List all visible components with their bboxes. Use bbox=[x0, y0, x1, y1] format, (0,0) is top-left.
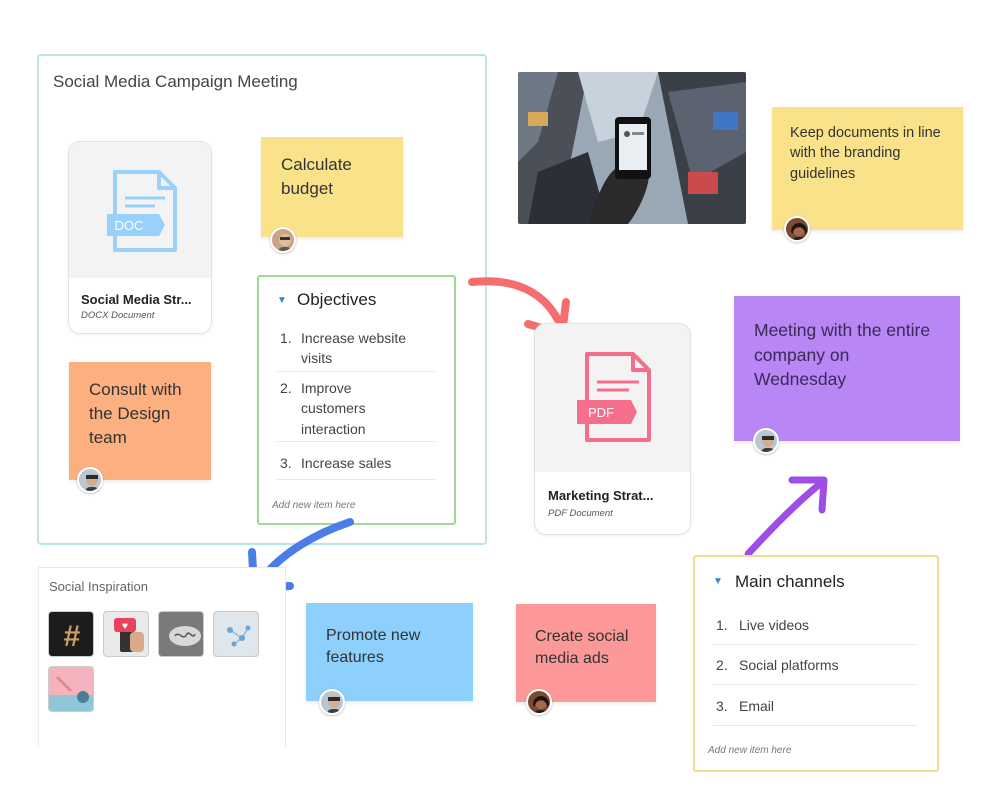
objectives-list[interactable]: ▼ Objectives 1. Increase website visits … bbox=[257, 275, 456, 525]
sticky-keep-documents[interactable]: Keep documents in line with the branding… bbox=[772, 107, 963, 230]
divider bbox=[713, 725, 917, 726]
channels-title: Main channels bbox=[735, 572, 845, 591]
pdf-preview: PDF bbox=[535, 324, 690, 472]
list-item[interactable]: Social platforms bbox=[739, 655, 839, 675]
pdf-file-card[interactable]: PDF Marketing Strat... PDF Document bbox=[534, 323, 691, 535]
main-channels-list[interactable]: ▼ Main channels 1. Live videos 2. Social… bbox=[693, 555, 939, 772]
list-item-number: 3. bbox=[280, 455, 292, 471]
divider bbox=[277, 441, 435, 442]
list-item-number: 3. bbox=[716, 698, 728, 714]
sticky-consult-design[interactable]: Consult with the Design team bbox=[69, 362, 211, 480]
social-inspiration-panel[interactable] bbox=[38, 567, 286, 747]
social-inspiration-title: Social Inspiration bbox=[49, 579, 148, 594]
list-item[interactable]: Increase sales bbox=[301, 453, 431, 473]
list-item-number: 2. bbox=[280, 380, 292, 396]
svg-text:♥: ♥ bbox=[122, 621, 128, 632]
add-item-input[interactable]: Add new item here bbox=[272, 500, 355, 511]
notification-phone-thumbnail[interactable]: ♥ bbox=[103, 611, 149, 657]
user-avatar bbox=[270, 227, 296, 253]
pdf-file-name: Marketing Strat... bbox=[548, 488, 654, 503]
pdf-file-type: PDF Document bbox=[548, 508, 613, 519]
doc-file-icon: DOC bbox=[107, 170, 177, 252]
sticky-promote-features[interactable]: Promote new features bbox=[306, 603, 473, 701]
hashtag-thumbnail[interactable]: # bbox=[48, 611, 94, 657]
handwriting-thumbnail[interactable] bbox=[158, 611, 204, 657]
divider bbox=[277, 479, 435, 480]
arrow-purple bbox=[744, 476, 828, 558]
svg-text:#: # bbox=[64, 620, 81, 653]
sticky-create-ads[interactable]: Create social media ads bbox=[516, 604, 656, 702]
list-item[interactable]: Live videos bbox=[739, 615, 809, 635]
doc-preview: DOC bbox=[69, 142, 211, 278]
selfie-thumbnail[interactable] bbox=[48, 666, 94, 712]
sticky-promote-text: Promote new features bbox=[326, 627, 421, 667]
board-title: Social Media Campaign Meeting bbox=[53, 72, 298, 91]
list-item-number: 2. bbox=[716, 657, 728, 673]
doc-badge: DOC bbox=[115, 218, 144, 233]
divider bbox=[277, 371, 435, 372]
city-phone-photo[interactable] bbox=[518, 72, 746, 224]
list-item[interactable]: Increase website visits bbox=[301, 328, 411, 369]
divider bbox=[713, 684, 917, 685]
pdf-badge: PDF bbox=[588, 405, 614, 420]
add-item-input[interactable]: Add new item here bbox=[708, 745, 791, 756]
user-avatar bbox=[319, 689, 345, 715]
doc-file-card[interactable]: DOC Social Media Str... DOCX Document bbox=[68, 141, 212, 334]
collapse-caret-icon[interactable]: ▼ bbox=[277, 295, 287, 306]
list-item-number: 1. bbox=[716, 617, 728, 633]
sticky-meeting-text: Meeting with the entire company on Wedne… bbox=[754, 320, 931, 389]
sticky-meeting[interactable]: Meeting with the entire company on Wedne… bbox=[734, 296, 960, 441]
city-phone-image bbox=[518, 72, 746, 224]
list-item[interactable]: Improve customers interaction bbox=[301, 378, 411, 439]
sticky-calculate-budget[interactable]: Calculate budget bbox=[261, 137, 403, 237]
list-item[interactable]: Email bbox=[739, 696, 774, 716]
collapse-caret-icon[interactable]: ▼ bbox=[713, 576, 723, 587]
sticky-create-ads-text: Create social media ads bbox=[535, 628, 629, 668]
divider bbox=[713, 644, 917, 645]
pdf-file-icon: PDF bbox=[577, 352, 651, 442]
sticky-keep-text: Keep documents in line with the branding… bbox=[790, 125, 941, 182]
user-avatar bbox=[784, 216, 810, 242]
user-avatar bbox=[753, 428, 779, 454]
sticky-calculate-text: Calculate budget bbox=[281, 155, 352, 198]
molecule-thumbnail[interactable] bbox=[213, 611, 259, 657]
user-avatar bbox=[77, 467, 103, 493]
sticky-consult-text: Consult with the Design team bbox=[89, 380, 182, 447]
doc-file-type: DOCX Document bbox=[81, 310, 155, 321]
doc-file-name: Social Media Str... bbox=[81, 292, 192, 307]
list-item-number: 1. bbox=[280, 330, 292, 346]
objectives-title: Objectives bbox=[297, 290, 377, 309]
user-avatar bbox=[526, 689, 552, 715]
